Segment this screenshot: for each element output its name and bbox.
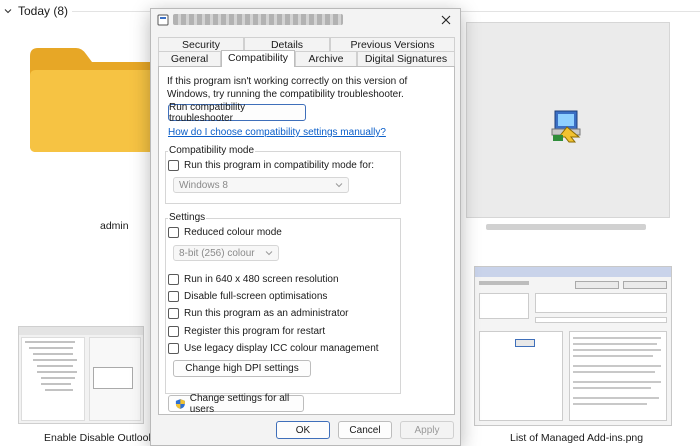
run-as-admin-checkbox[interactable]	[168, 308, 179, 319]
chevron-down-icon	[265, 251, 273, 256]
run-as-admin-row[interactable]: Run this program as an administrator	[168, 307, 349, 320]
tab-previous-versions[interactable]: Previous Versions	[330, 37, 455, 52]
chevron-down-icon	[335, 183, 343, 188]
disable-fullscreen-label: Disable full-screen optimisations	[184, 291, 328, 302]
compatibility-page: If this program isn't working correctly …	[158, 66, 455, 415]
compat-mode-row[interactable]: Run this program in compatibility mode f…	[168, 159, 374, 172]
app-icon	[157, 14, 169, 26]
disable-fullscreen-checkbox[interactable]	[168, 291, 179, 302]
ok-button[interactable]: OK	[276, 421, 330, 439]
installer-icon	[551, 110, 581, 143]
compat-os-value: Windows 8	[179, 179, 228, 191]
all-users-button[interactable]: Change settings for all users	[168, 392, 304, 415]
help-link[interactable]: How do I choose compatibility settings m…	[168, 127, 386, 138]
res-640-checkbox[interactable]	[168, 274, 179, 285]
uac-shield-icon	[175, 398, 185, 409]
tab-compatibility[interactable]: Compatibility	[221, 50, 295, 67]
tab-archive[interactable]: Archive	[295, 51, 357, 66]
folder-label: admin	[100, 220, 129, 232]
blurred-filename	[486, 224, 646, 230]
file-label-managed-addins: List of Managed Add-ins.png	[510, 432, 644, 444]
register-restart-checkbox[interactable]	[168, 326, 179, 337]
close-icon	[441, 15, 451, 25]
reduced-colour-row[interactable]: Reduced colour mode	[168, 226, 282, 239]
compat-mode-title: Compatibility mode	[168, 145, 256, 156]
troubleshooter-button[interactable]: Run compatibility troubleshooter	[168, 102, 306, 124]
apply-button[interactable]: Apply	[400, 421, 454, 439]
legacy-icc-label: Use legacy display ICC colour management	[184, 343, 379, 354]
properties-dialog: Security Details Previous Versions Gener…	[150, 8, 461, 446]
group-header-label: Today (8)	[18, 4, 69, 18]
legacy-icc-row[interactable]: Use legacy display ICC colour management	[168, 342, 379, 355]
reduced-colour-checkbox[interactable]	[168, 227, 179, 238]
colour-depth-select[interactable]: 8-bit (256) colour	[173, 245, 279, 261]
compat-mode-label: Run this program in compatibility mode f…	[184, 160, 375, 171]
folder-icon[interactable]	[28, 46, 160, 154]
register-restart-label: Register this program for restart	[184, 326, 326, 337]
register-restart-row[interactable]: Register this program for restart	[168, 325, 325, 338]
res-640-row[interactable]: Run in 640 x 480 screen resolution	[168, 273, 339, 286]
file-thumbnail-installer[interactable]	[466, 22, 670, 218]
compat-os-select[interactable]: Windows 8	[173, 177, 349, 193]
res-640-label: Run in 640 x 480 screen resolution	[184, 274, 339, 285]
dialog-titlebar[interactable]	[151, 9, 460, 31]
run-as-admin-label: Run this program as an administrator	[184, 308, 349, 319]
dialog-title-blurred	[173, 14, 343, 25]
legacy-icc-checkbox[interactable]	[168, 343, 179, 354]
settings-title: Settings	[168, 212, 207, 223]
file-thumbnail-managed-addins[interactable]	[474, 266, 672, 426]
disable-fullscreen-row[interactable]: Disable full-screen optimisations	[168, 290, 327, 303]
cancel-button[interactable]: Cancel	[338, 421, 392, 439]
intro-text: If this program isn't working correctly …	[167, 76, 408, 100]
reduced-colour-label: Reduced colour mode	[184, 227, 282, 238]
high-dpi-button[interactable]: Change high DPI settings	[173, 360, 311, 377]
close-button[interactable]	[438, 12, 454, 28]
colour-depth-value: 8-bit (256) colour	[179, 247, 255, 259]
tab-general[interactable]: General	[158, 51, 221, 66]
chevron-down-icon	[4, 9, 12, 14]
tab-digital-signatures[interactable]: Digital Signatures	[357, 51, 455, 66]
all-users-label: Change settings for all users	[189, 392, 290, 415]
compat-mode-checkbox[interactable]	[168, 160, 179, 171]
file-thumbnail-registry[interactable]	[18, 326, 144, 424]
